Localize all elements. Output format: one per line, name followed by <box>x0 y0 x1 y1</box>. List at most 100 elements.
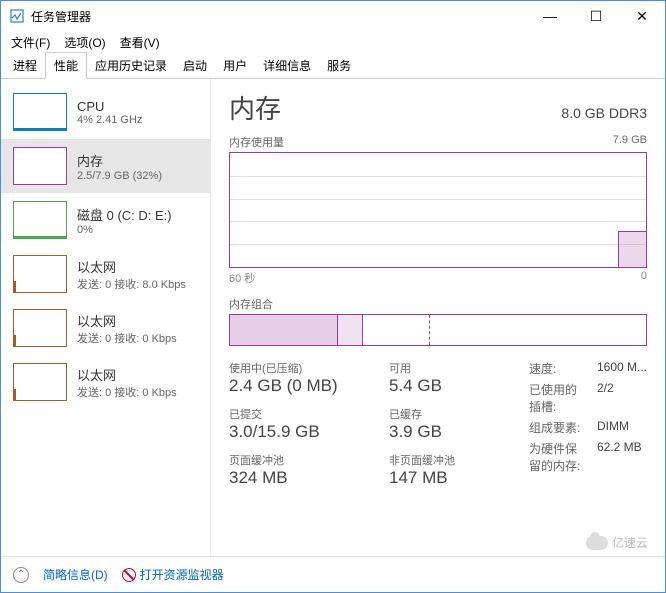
usage-label: 内存使用量 <box>229 134 284 150</box>
reserved-label: 为硬件保留的内存: <box>529 440 589 474</box>
tab-app-history[interactable]: 应用历史记录 <box>87 53 175 78</box>
sidebar-title: CPU <box>77 99 142 114</box>
titlebar[interactable]: 任务管理器 — ☐ ✕ <box>1 1 665 31</box>
speed-label: 速度: <box>529 360 589 377</box>
sidebar-item-ethernet-0[interactable]: 以太网 发送: 0 接收: 8.0 Kbps <box>1 247 210 301</box>
sidebar-item-memory[interactable]: 内存 2.5/7.9 GB (32%) <box>1 139 210 193</box>
sidebar-item-cpu[interactable]: CPU 4% 2.41 GHz <box>1 85 210 139</box>
sidebar-sub: 4% 2.41 GHz <box>77 114 142 126</box>
stat-committed-value: 3.0/15.9 GB <box>229 422 389 442</box>
form-label: 组成要素: <box>529 419 589 436</box>
axis-left: 60 秒 <box>229 270 255 286</box>
sidebar-sub: 发送: 0 接收: 0 Kbps <box>77 384 177 400</box>
tabbar: 进程 性能 应用历史记录 启动 用户 详细信息 服务 <box>1 53 665 79</box>
footer: ⌃ 简略信息(D) 打开资源监视器 <box>1 556 665 592</box>
usage-label-row: 内存使用量 7.9 GB <box>229 134 647 150</box>
tab-performance[interactable]: 性能 <box>45 52 87 79</box>
tab-processes[interactable]: 进程 <box>5 53 45 78</box>
cpu-thumbnail-icon <box>13 93 67 131</box>
tab-startup[interactable]: 启动 <box>175 53 215 78</box>
forbid-icon <box>122 568 136 582</box>
ethernet-thumbnail-icon <box>13 255 67 293</box>
stat-in-use-value: 2.4 GB (0 MB) <box>229 376 389 396</box>
sidebar-sub: 0% <box>77 224 172 236</box>
window-title: 任务管理器 <box>31 8 527 25</box>
memory-usage-chart[interactable] <box>229 152 647 268</box>
header-row: 内存 8.0 GB DDR3 <box>229 89 647 126</box>
cloud-icon <box>586 536 608 550</box>
open-resource-monitor-link[interactable]: 打开资源监视器 <box>122 566 224 583</box>
tab-users[interactable]: 用户 <box>215 53 255 78</box>
composition-standby <box>363 315 430 345</box>
stat-available-label: 可用 <box>389 360 509 376</box>
stats-area: 使用中(已压缩) 2.4 GB (0 MB) 可用 5.4 GB 已提交 3.0… <box>229 360 647 488</box>
ethernet-thumbnail-icon <box>13 309 67 347</box>
time-axis: 60 秒 0 <box>229 270 647 286</box>
stat-available-value: 5.4 GB <box>389 376 509 396</box>
menu-options[interactable]: 选项(O) <box>60 32 109 53</box>
axis-right: 0 <box>641 270 647 286</box>
composition-modified <box>338 315 363 345</box>
performance-sidebar: CPU 4% 2.41 GHz 内存 2.5/7.9 GB (32%) 磁盘 0… <box>1 79 211 556</box>
usage-fill <box>618 231 646 267</box>
brief-info-link[interactable]: 简略信息(D) <box>43 566 108 583</box>
sidebar-title: 磁盘 0 (C: D: E:) <box>77 205 172 224</box>
slots-label: 已使用的插槽: <box>529 381 589 415</box>
sidebar-text: 磁盘 0 (C: D: E:) 0% <box>77 205 172 236</box>
stat-in-use-label: 使用中(已压缩) <box>229 360 389 376</box>
close-button[interactable]: ✕ <box>619 1 665 31</box>
stat-nonpaged-value: 147 MB <box>389 468 509 488</box>
gridline <box>230 221 646 222</box>
sidebar-text: CPU 4% 2.41 GHz <box>77 99 142 126</box>
sidebar-title: 内存 <box>77 151 162 170</box>
gridline <box>230 176 646 177</box>
minimize-button[interactable]: — <box>527 1 573 31</box>
sidebar-text: 内存 2.5/7.9 GB (32%) <box>77 151 162 182</box>
sidebar-sub: 发送: 0 接收: 8.0 Kbps <box>77 276 186 292</box>
disk-thumbnail-icon <box>13 201 67 239</box>
sidebar-title: 以太网 <box>77 365 177 384</box>
composition-free <box>430 315 646 345</box>
memory-capacity: 8.0 GB DDR3 <box>561 105 647 121</box>
memory-thumbnail-icon <box>13 147 67 185</box>
sidebar-item-disk[interactable]: 磁盘 0 (C: D: E:) 0% <box>1 193 210 247</box>
composition-in-use <box>230 315 338 345</box>
window-controls: — ☐ ✕ <box>527 1 665 31</box>
form-value: DIMM <box>597 419 647 436</box>
page-title: 内存 <box>229 89 281 126</box>
memory-composition-chart[interactable] <box>229 314 647 346</box>
stats-left: 使用中(已压缩) 2.4 GB (0 MB) 可用 5.4 GB 已提交 3.0… <box>229 360 529 488</box>
tab-details[interactable]: 详细信息 <box>255 53 319 78</box>
usage-max: 7.9 GB <box>613 134 647 150</box>
chevron-up-icon[interactable]: ⌃ <box>13 567 29 583</box>
stat-committed-label: 已提交 <box>229 406 389 422</box>
menubar: 文件(F) 选项(O) 查看(V) <box>1 31 665 53</box>
app-icon <box>9 8 25 24</box>
gridline <box>230 199 646 200</box>
reserved-value: 62.2 MB <box>597 440 647 474</box>
slots-value: 2/2 <box>597 381 647 415</box>
sidebar-text: 以太网 发送: 0 接收: 0 Kbps <box>77 311 177 346</box>
sidebar-title: 以太网 <box>77 311 177 330</box>
watermark-text: 亿速云 <box>612 534 648 551</box>
sidebar-sub: 发送: 0 接收: 0 Kbps <box>77 330 177 346</box>
ethernet-thumbnail-icon <box>13 363 67 401</box>
composition-label: 内存组合 <box>229 296 647 312</box>
main-panel: 内存 8.0 GB DDR3 内存使用量 7.9 GB 60 秒 0 内存组合 <box>211 79 665 556</box>
menu-file[interactable]: 文件(F) <box>7 32 54 53</box>
watermark: 亿速云 <box>586 534 648 551</box>
gridline <box>230 244 646 245</box>
sidebar-item-ethernet-2[interactable]: 以太网 发送: 0 接收: 0 Kbps <box>1 355 210 409</box>
stat-paged-label: 页面缓冲池 <box>229 452 389 468</box>
sidebar-text: 以太网 发送: 0 接收: 0 Kbps <box>77 365 177 400</box>
task-manager-window: 任务管理器 — ☐ ✕ 文件(F) 选项(O) 查看(V) 进程 性能 应用历史… <box>0 0 666 593</box>
stats-right: 速度: 1600 M... 已使用的插槽: 2/2 组成要素: DIMM 为硬件… <box>529 360 647 488</box>
menu-view[interactable]: 查看(V) <box>116 32 164 53</box>
stat-cached-label: 已缓存 <box>389 406 509 422</box>
sidebar-item-ethernet-1[interactable]: 以太网 发送: 0 接收: 0 Kbps <box>1 301 210 355</box>
sidebar-sub: 2.5/7.9 GB (32%) <box>77 170 162 182</box>
tab-services[interactable]: 服务 <box>319 53 359 78</box>
stat-cached-value: 3.9 GB <box>389 422 509 442</box>
maximize-button[interactable]: ☐ <box>573 1 619 31</box>
sidebar-text: 以太网 发送: 0 接收: 8.0 Kbps <box>77 257 186 292</box>
